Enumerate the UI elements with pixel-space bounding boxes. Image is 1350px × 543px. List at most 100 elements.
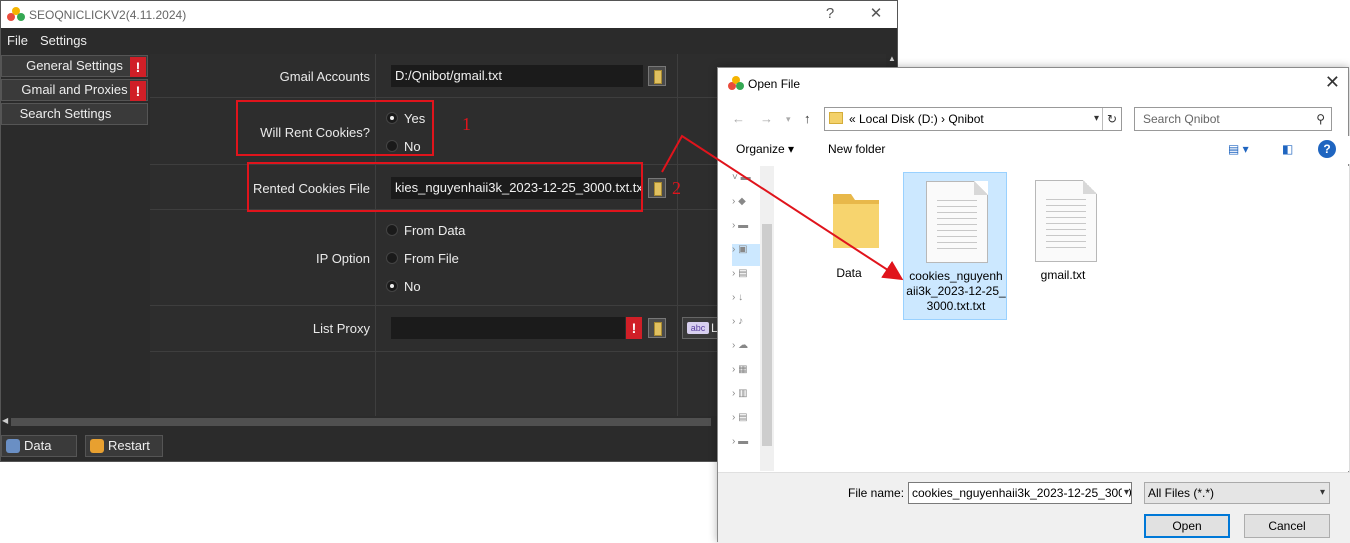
new-folder-button[interactable]: New folder: [828, 142, 885, 156]
restart-icon: [90, 439, 104, 453]
tree-item[interactable]: › ▥: [732, 388, 760, 410]
file-type-value: All Files (*.*): [1148, 486, 1215, 500]
back-icon[interactable]: ←: [732, 111, 745, 126]
file-name-value: cookies_nguyenhaii3k_2023-12-25_3000.txt…: [912, 486, 1131, 500]
menubar: File Settings: [1, 28, 897, 52]
tree-item[interactable]: › ↓: [732, 292, 760, 314]
chevron-down-icon[interactable]: ▾: [1121, 483, 1129, 503]
search-icon: ⚲: [1316, 112, 1325, 126]
gmail-accounts-input[interactable]: D:/Qnibot/gmail.txt: [391, 65, 643, 87]
folder-icon: [829, 112, 843, 124]
preview-pane-icon[interactable]: ◧: [1282, 142, 1293, 156]
file-list: Data cookies_nguyenhaii3k_2023-12-25_300…: [775, 166, 1349, 471]
rented-cookies-browse-button[interactable]: [648, 178, 666, 198]
ip-option-no-radio[interactable]: [386, 280, 398, 292]
tree-item[interactable]: › ♪: [732, 316, 760, 338]
dialog-command-bar: Organize ▾ New folder ▤ ▾ ◧ ?: [718, 136, 1350, 164]
up-icon[interactable]: ↑: [804, 111, 811, 126]
tree-item[interactable]: › ▤: [732, 268, 760, 290]
tree-item[interactable]: › ▬: [732, 436, 760, 458]
refresh-icon[interactable]: ↻: [1101, 108, 1117, 130]
sidebar-item-label: Search Settings: [19, 106, 112, 121]
app-logo-icon: [7, 6, 25, 23]
tree-item[interactable]: › ▦: [732, 364, 760, 386]
open-file-dialog: Open File ✕ ← → ▾ ↑ « Local Disk (D:) › …: [717, 67, 1350, 543]
list-proxy-input[interactable]: [391, 317, 625, 339]
tree-item[interactable]: › ▤: [732, 412, 760, 434]
file-name: Data: [836, 266, 862, 280]
chevron-down-icon[interactable]: ▾: [1094, 108, 1099, 130]
recent-dropdown-icon[interactable]: ▾: [786, 114, 791, 125]
annotation-box-cookies-file: [247, 162, 643, 212]
folder-icon: [833, 194, 879, 248]
restart-button-label: Restart: [108, 438, 150, 453]
open-button[interactable]: Open: [1144, 514, 1230, 538]
file-name-input[interactable]: cookies_nguyenhaii3k_2023-12-25_3000.txt…: [908, 482, 1132, 504]
gmail-accounts-label: Gmail Accounts: [279, 69, 370, 84]
list-proxy-label: List Proxy: [312, 321, 370, 336]
gmail-accounts-browse-button[interactable]: [648, 66, 666, 86]
forward-icon[interactable]: →: [760, 111, 773, 126]
data-button[interactable]: Data: [1, 435, 77, 457]
help-icon[interactable]: ?: [1318, 140, 1336, 158]
organize-button[interactable]: Organize ▾: [736, 142, 794, 156]
file-name: gmail.txt: [1040, 268, 1086, 282]
chevron-down-icon: ▾: [1319, 487, 1325, 498]
ip-option-no-label: No: [404, 279, 421, 294]
tree-item[interactable]: ˅ ▬: [732, 172, 760, 194]
breadcrumb[interactable]: « Local Disk (D:) › Qnibot: [849, 108, 984, 130]
text-file-icon: [1035, 180, 1097, 262]
scrollbar-thumb[interactable]: [762, 224, 772, 446]
file-name-label: File name:: [848, 486, 905, 500]
warning-icon: !: [626, 317, 642, 339]
close-button[interactable]: ✕: [865, 3, 887, 25]
file-item-data-folder[interactable]: Data: [797, 172, 901, 320]
tree-scrollbar[interactable]: [760, 166, 774, 471]
sidebar-item-label: Gmail and Proxies: [21, 82, 128, 97]
file-name: cookies_nguyenhaii3k_2023-12-25_3000.txt…: [906, 269, 1006, 313]
restart-button[interactable]: Restart: [85, 435, 163, 457]
search-placeholder: Search Qnibot: [1143, 112, 1220, 126]
warning-icon: !: [130, 57, 146, 77]
app-title: SEOQNICLICKV2(4.11.2024): [29, 7, 187, 22]
address-bar[interactable]: « Local Disk (D:) › Qnibot ▾ ↻: [824, 107, 1122, 131]
tree-item[interactable]: › ◆: [732, 196, 760, 218]
annotation-number-1: 1: [462, 114, 471, 134]
ip-option-from-file-radio[interactable]: [386, 252, 398, 264]
cancel-button[interactable]: Cancel: [1244, 514, 1330, 538]
dialog-title: Open File: [728, 76, 800, 92]
help-button[interactable]: ?: [819, 3, 841, 25]
tree-item[interactable]: › ▬: [732, 220, 760, 242]
scroll-up-icon[interactable]: ▲: [886, 54, 898, 66]
column-divider: [677, 54, 678, 416]
dialog-footer: File name: cookies_nguyenhaii3k_2023-12-…: [718, 472, 1350, 543]
annotation-box-rent-cookies: [236, 100, 434, 156]
menu-settings[interactable]: Settings: [34, 33, 93, 48]
ip-option-label: IP Option: [316, 251, 370, 266]
list-proxy-browse-button[interactable]: [648, 318, 666, 338]
file-type-select[interactable]: All Files (*.*) ▾: [1144, 482, 1330, 504]
app-titlebar: SEOQNICLICKV2(4.11.2024) ? ✕: [1, 1, 897, 28]
app-logo-icon: [728, 76, 744, 92]
sidebar-item-general-settings[interactable]: General Settings !: [1, 55, 148, 77]
sidebar: General Settings ! Gmail and Proxies ! S…: [1, 54, 149, 416]
navigation-tree[interactable]: ˅ ▬ › ◆ › ▬ › ▣ › ▤ › ↓ › ♪ › ☁ › ▦ › ▥ …: [718, 166, 774, 471]
scroll-left-icon[interactable]: ◀: [2, 416, 8, 425]
menu-file[interactable]: File: [1, 33, 34, 48]
sidebar-item-gmail-and-proxies[interactable]: Gmail and Proxies !: [1, 79, 148, 101]
ip-option-from-data-radio[interactable]: [386, 224, 398, 236]
list-proxy-abc-button[interactable]: abc L: [682, 317, 722, 339]
scrollbar-thumb[interactable]: [11, 418, 711, 426]
tree-item[interactable]: › ▣: [732, 244, 760, 266]
database-icon: [6, 439, 20, 453]
view-options-icon[interactable]: ▤ ▾: [1228, 142, 1249, 156]
annotation-number-2: 2: [672, 178, 681, 198]
sidebar-item-search-settings[interactable]: Search Settings: [1, 103, 148, 125]
ip-option-from-data-label: From Data: [404, 223, 466, 238]
file-item-gmail-txt[interactable]: gmail.txt: [1033, 172, 1137, 320]
file-item-cookies-txt[interactable]: cookies_nguyenhaii3k_2023-12-25_3000.txt…: [903, 172, 1007, 320]
dialog-close-button[interactable]: ✕: [1325, 72, 1340, 93]
abc-icon: abc: [687, 322, 709, 334]
search-input[interactable]: Search Qnibot ⚲: [1134, 107, 1332, 131]
tree-item[interactable]: › ☁: [732, 340, 760, 362]
